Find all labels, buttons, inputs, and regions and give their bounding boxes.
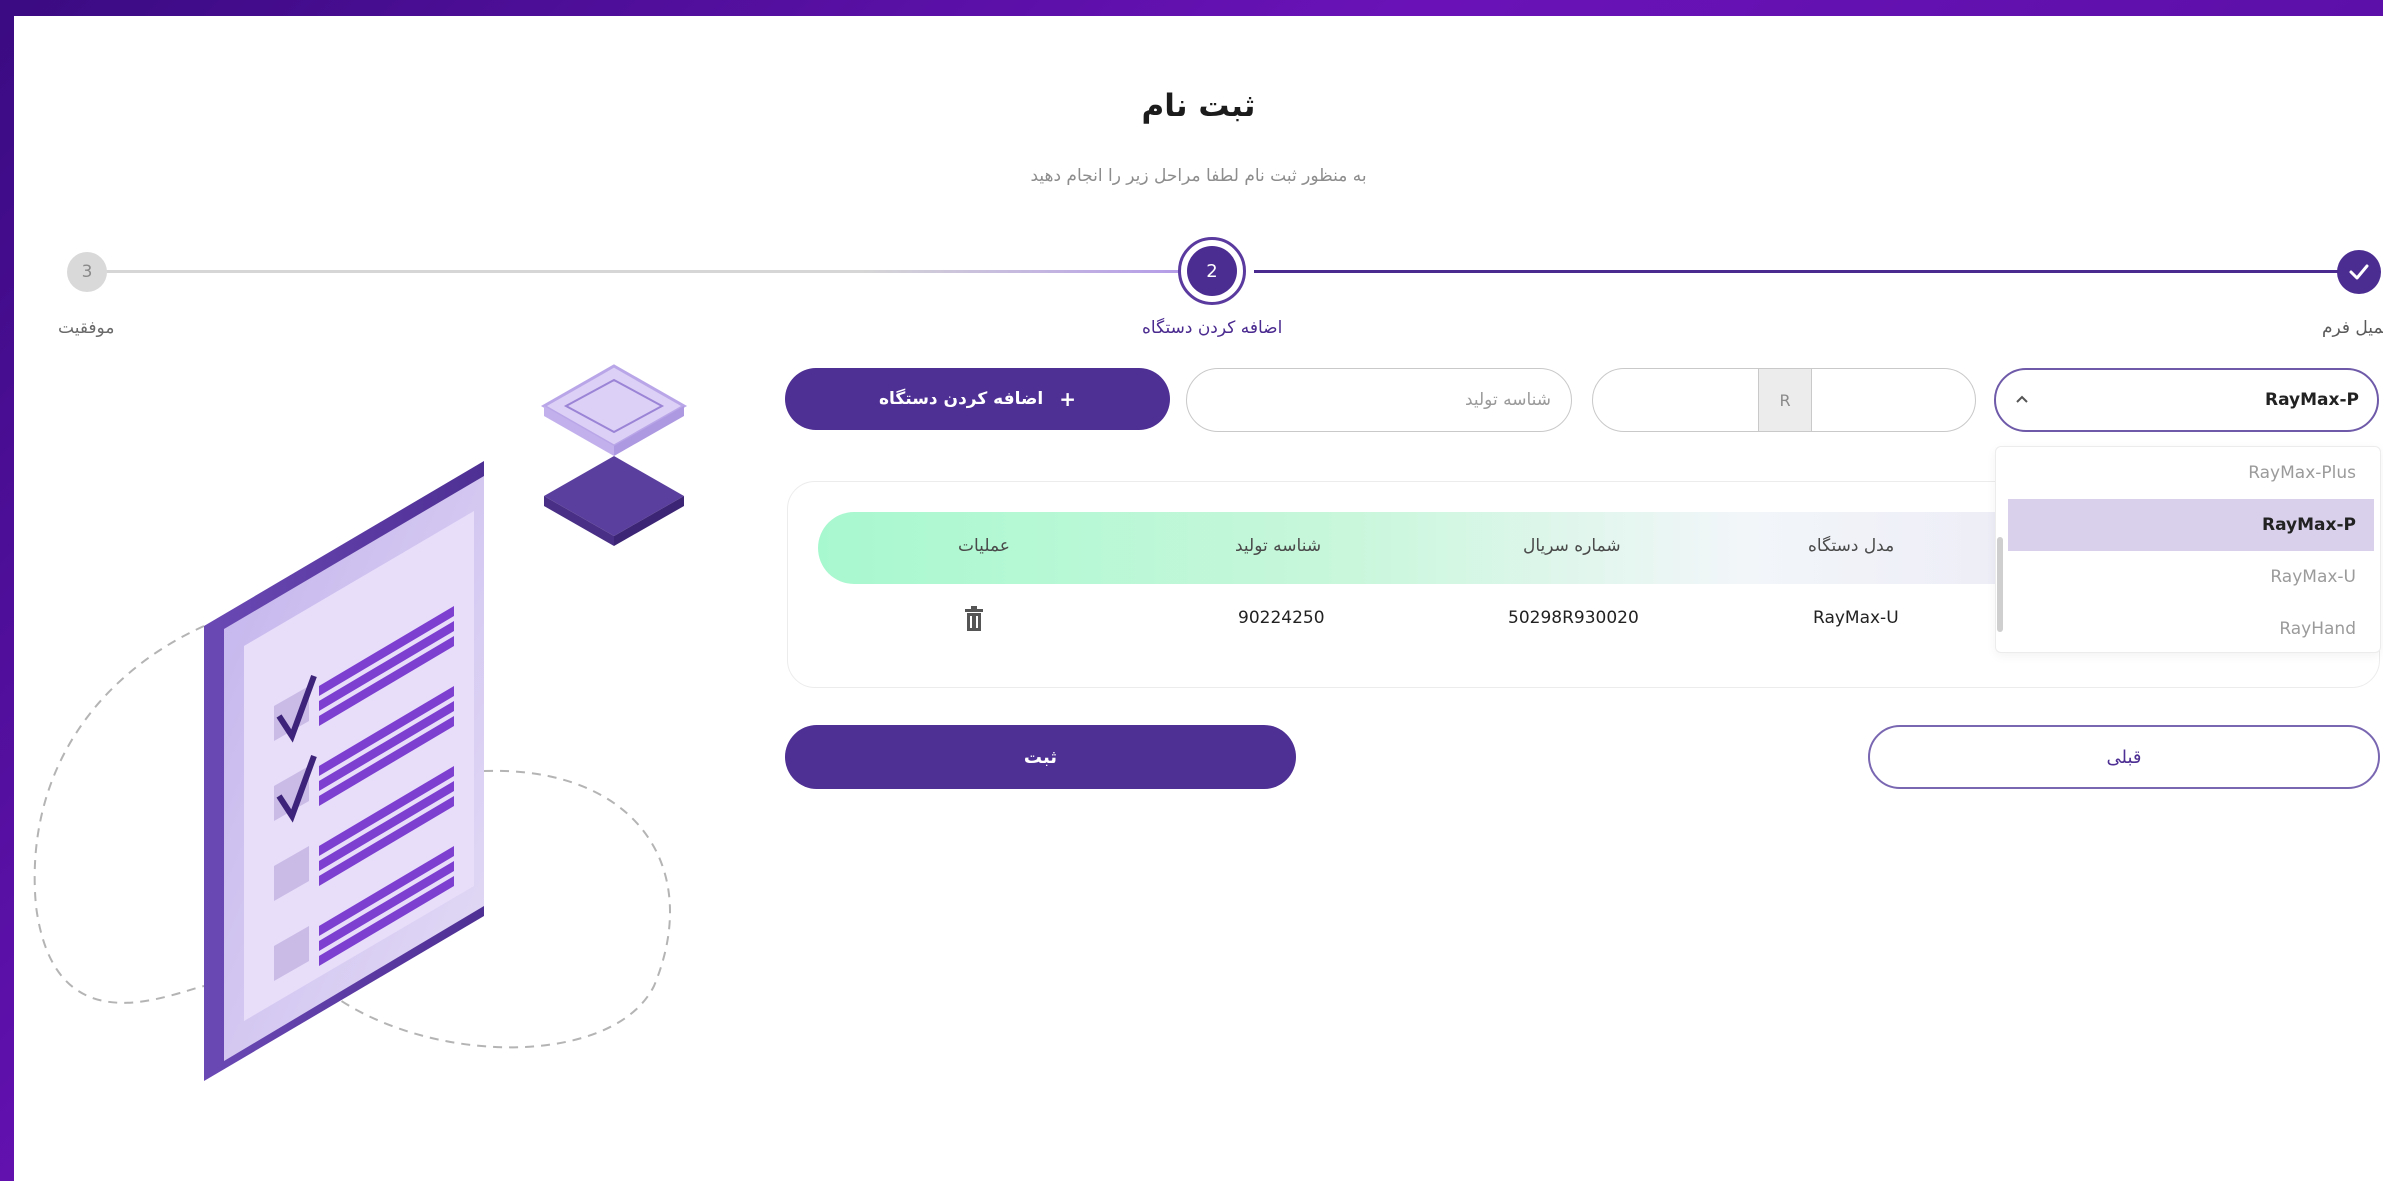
- page-title: ثبت نام: [1141, 88, 1256, 124]
- step-1-indicator: [2337, 250, 2381, 294]
- dropdown-option[interactable]: RayMax-U: [2008, 551, 2374, 603]
- stepper-line-complete: [1254, 270, 2352, 273]
- device-model-value: RayMax-P: [2265, 390, 2359, 410]
- device-model-dropdown: RayMax-Plus RayMax-P RayMax-U RayHand: [1995, 446, 2381, 653]
- dropdown-option[interactable]: RayHand: [2008, 603, 2374, 655]
- step-2-label: اضافه کردن دستگاه: [1142, 318, 1283, 338]
- column-header-serial: شماره سریال: [1523, 536, 1621, 556]
- serial-prefix: R: [1758, 369, 1812, 431]
- add-device-button[interactable]: اضافه کردن دستگاه +: [785, 368, 1170, 430]
- step-3-label: موفقیت: [58, 318, 115, 338]
- step-2-indicator: 2: [1187, 246, 1237, 296]
- step-3-number: 3: [81, 262, 93, 282]
- step-1-label: تکمیل فرم: [2322, 318, 2383, 338]
- column-header-production-id: شناسه تولید: [1235, 536, 1322, 556]
- column-header-actions: عملیات: [958, 536, 1010, 556]
- stepper-line-pending: [102, 270, 1186, 273]
- cell-production-id: 90224250: [1238, 608, 1325, 628]
- add-device-label: اضافه کردن دستگاه: [878, 389, 1044, 409]
- submit-button[interactable]: ثبت: [785, 725, 1296, 789]
- trash-icon[interactable]: [964, 606, 984, 632]
- chevron-up-icon: [2014, 388, 2030, 412]
- previous-button[interactable]: قبلی: [1868, 725, 2380, 789]
- serial-number-field: R: [1592, 368, 1976, 432]
- plus-icon: +: [1059, 387, 1077, 411]
- step-2-number: 2: [1206, 260, 1218, 282]
- cell-model: RayMax-U: [1813, 608, 1899, 628]
- dropdown-option-selected[interactable]: RayMax-P: [2008, 499, 2374, 551]
- production-id-input[interactable]: [1186, 368, 1572, 432]
- check-icon: [2349, 264, 2369, 280]
- page-subtitle: به منظور ثبت نام لطفا مراحل زیر را انجام…: [1030, 166, 1367, 186]
- device-model-select[interactable]: RayMax-P: [1994, 368, 2379, 432]
- checklist-illustration: [33, 364, 688, 1081]
- dropdown-scrollbar[interactable]: [1997, 537, 2003, 632]
- step-3-indicator: 3: [67, 252, 107, 292]
- column-header-model: مدل دستگاه: [1808, 536, 1895, 556]
- dropdown-option[interactable]: RayMax-Plus: [2008, 447, 2374, 499]
- cell-serial: 50298R930020: [1508, 608, 1639, 628]
- registration-card: ثبت نام به منظور ثبت نام لطفا مراحل زیر …: [14, 16, 2383, 1181]
